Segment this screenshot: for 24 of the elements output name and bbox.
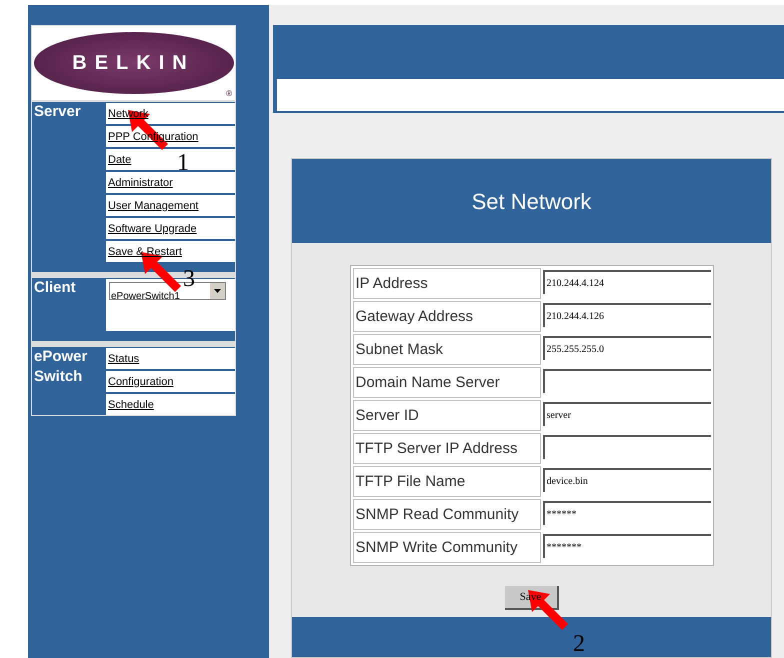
field-label: Subnet Mask <box>352 334 540 365</box>
input-field[interactable]: 210.244.4.126 <box>542 303 710 327</box>
field-label: SNMP Write Community <box>352 532 540 563</box>
callout-number: 1 <box>177 152 189 174</box>
input-field[interactable]: ****** <box>542 501 710 525</box>
callout-number: 2 <box>573 633 585 655</box>
nav-link[interactable]: Status <box>108 352 140 366</box>
section-label: Server <box>33 102 82 122</box>
input-field[interactable]: device.bin <box>542 468 710 492</box>
field-label: TFTP File Name <box>352 466 540 497</box>
field-label: IP Address <box>352 268 540 299</box>
field-label: TFTP Server IP Address <box>352 433 540 464</box>
input-field[interactable]: server <box>542 402 710 426</box>
nav-link[interactable]: Date <box>108 152 132 166</box>
input-field[interactable]: ******* <box>542 534 710 558</box>
field-label: Server ID <box>352 400 540 431</box>
input-field[interactable]: 210.244.4.124 <box>542 270 710 294</box>
section-label: Client <box>33 278 77 298</box>
field-label: Domain Name Server <box>352 367 540 398</box>
panel-title: Set Network <box>472 188 592 216</box>
field-label: Gateway Address <box>352 301 540 332</box>
field-label: SNMP Read Community <box>352 499 540 530</box>
section-label: ePower Switch <box>33 347 88 387</box>
input-field[interactable]: 255.255.255.0 <box>542 336 710 360</box>
